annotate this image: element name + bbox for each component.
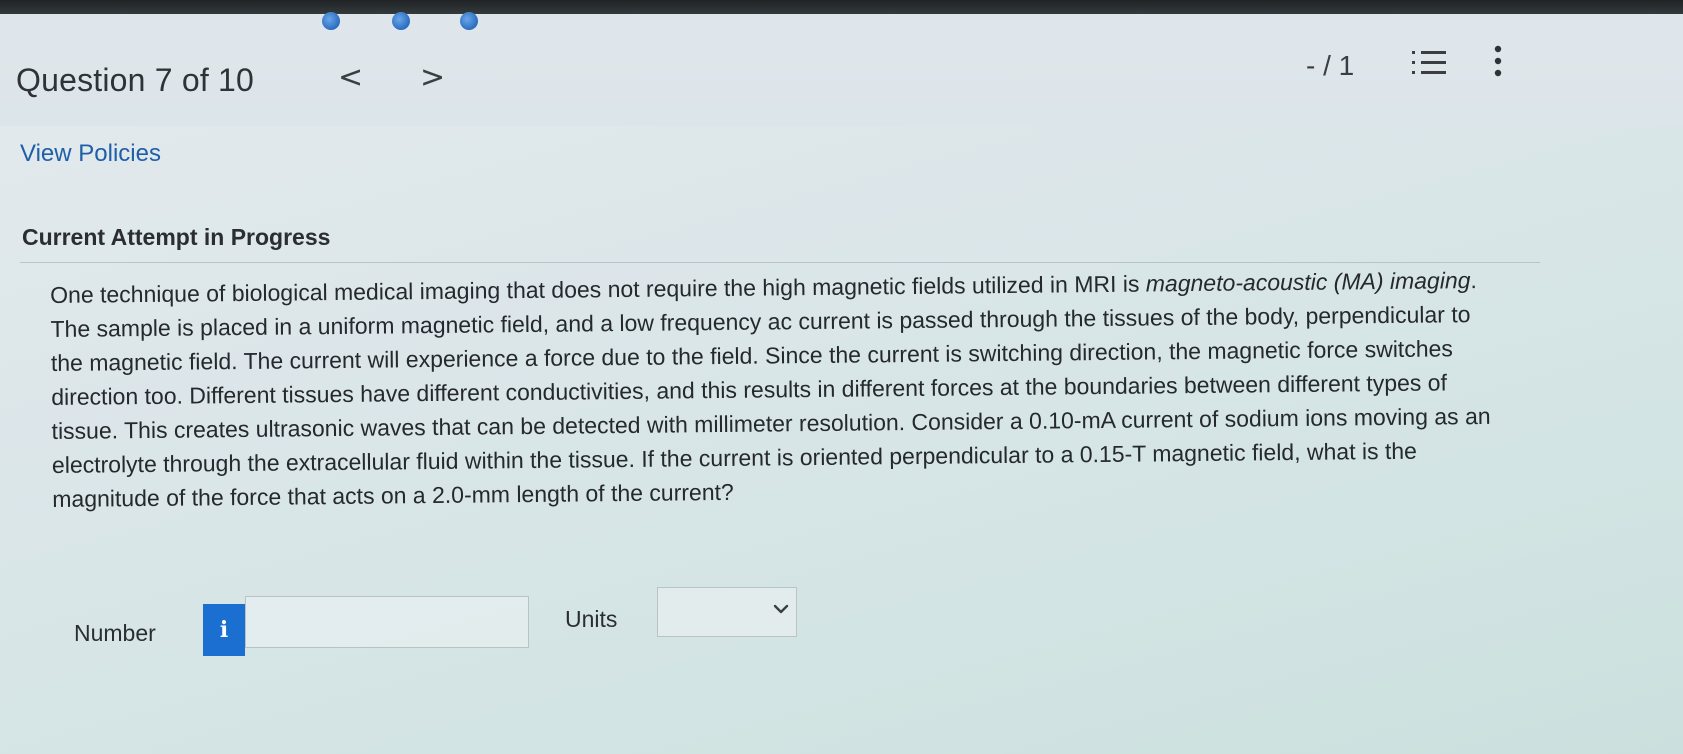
list-icon [1412, 51, 1446, 74]
number-label: Number [74, 620, 156, 646]
units-select[interactable] [657, 587, 797, 637]
attempt-heading: Current Attempt in Progress [22, 224, 331, 250]
chevron-right-icon: > [420, 60, 446, 95]
loading-dot [392, 12, 410, 30]
more-options-button[interactable] [1490, 44, 1506, 78]
units-label: Units [565, 606, 618, 632]
chevron-down-icon [773, 604, 789, 614]
loading-dot [460, 12, 478, 30]
loading-dot [322, 12, 340, 30]
next-question-button[interactable]: > [420, 60, 445, 95]
view-policies-link[interactable]: View Policies [20, 140, 161, 168]
question-list-button[interactable] [1412, 48, 1446, 78]
question-text: One technique of biological medical imag… [50, 263, 1492, 516]
score-display: - / 1 [1306, 50, 1355, 81]
divider [20, 262, 1540, 263]
info-icon: i [219, 617, 229, 643]
question-title: Question 7 of 10 [16, 62, 255, 98]
info-button[interactable]: i [203, 604, 245, 656]
question-text-emphasis: magneto-acoustic (MA) imaging [1145, 267, 1471, 297]
chevron-left-icon: < [338, 60, 364, 95]
question-text-part: One technique of biological medical imag… [50, 270, 1146, 308]
more-vertical-icon [1494, 45, 1502, 77]
previous-question-button[interactable]: < [338, 60, 363, 95]
number-input[interactable] [245, 596, 529, 648]
